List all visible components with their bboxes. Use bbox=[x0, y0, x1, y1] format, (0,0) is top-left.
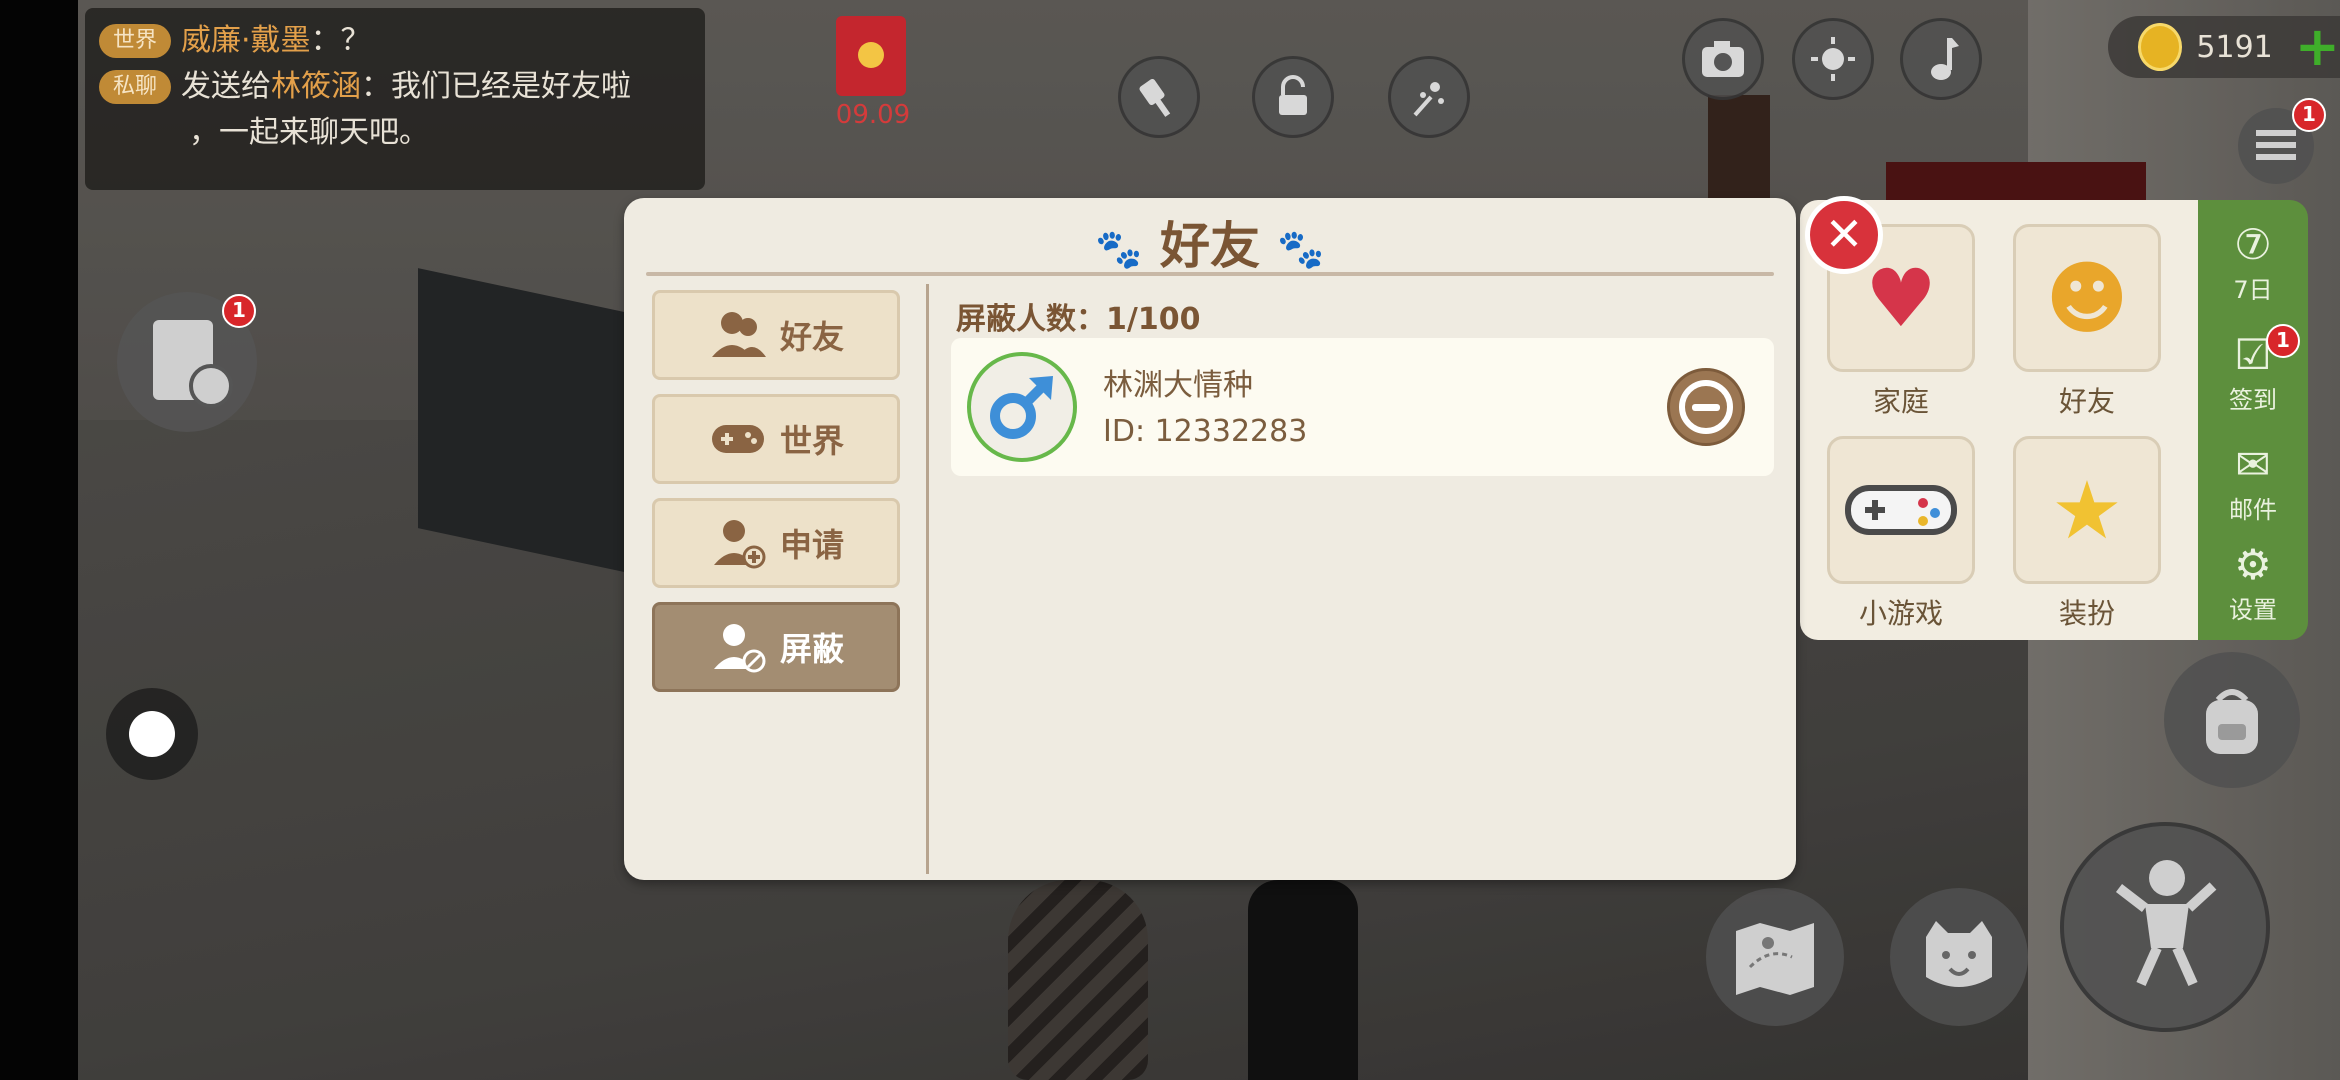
green-label: 签到 bbox=[2229, 386, 2277, 414]
notification-badge: 1 bbox=[2266, 324, 2300, 358]
map-button[interactable] bbox=[1706, 888, 1844, 1026]
tab-label: 好友 bbox=[779, 318, 844, 356]
backpack-button[interactable] bbox=[2164, 652, 2300, 788]
side-menu-friends[interactable]: ☻ 好友 bbox=[2012, 224, 2162, 420]
chat-message-world: 世界 威廉·戴墨 ：？ bbox=[99, 18, 691, 64]
add-coins-button[interactable]: + bbox=[2295, 20, 2340, 74]
chat-recipient-name[interactable]: 林筱涵 bbox=[271, 64, 361, 110]
side-menu-minigames[interactable]: 小游戏 bbox=[1826, 436, 1976, 632]
settings-button[interactable]: ⚙ 设置 bbox=[2198, 540, 2308, 625]
blocked-user-id: ID: 12332283 bbox=[1103, 414, 1308, 449]
tab-friends[interactable]: 好友 bbox=[652, 290, 900, 380]
chat-message-private: 私聊 发送给 林筱涵 ：我们已经是好友啦 bbox=[99, 64, 691, 110]
mail-button[interactable]: ✉ 邮件 bbox=[2198, 440, 2308, 525]
envelope-seal bbox=[858, 42, 884, 68]
tab-separator bbox=[926, 284, 929, 874]
hammer-icon[interactable] bbox=[1118, 56, 1200, 138]
coin-count: 5191 bbox=[2196, 29, 2273, 65]
channel-tag-world: 世界 bbox=[99, 24, 172, 58]
tab-world[interactable]: 世界 bbox=[652, 394, 900, 484]
gamepad-icon bbox=[711, 425, 764, 453]
map-icon bbox=[1736, 923, 1814, 995]
chat-box[interactable]: 世界 威廉·戴墨 ：？ 私聊 发送给 林筱涵 ：我们已经是好友啦 ，一起来聊天吧… bbox=[85, 8, 705, 190]
close-button[interactable]: ✕ bbox=[1805, 196, 1883, 274]
friends-icon: ☻ bbox=[2013, 224, 2161, 372]
seven-day-icon: ⑦ bbox=[2234, 220, 2272, 269]
avatar bbox=[967, 352, 1077, 462]
camera-icon[interactable] bbox=[1682, 18, 1764, 100]
chat-prefix: 发送给 bbox=[181, 69, 272, 104]
chat-text: ：？ bbox=[310, 23, 371, 58]
blocked-count: 屏蔽人数：1/100 bbox=[956, 302, 1201, 337]
unlock-icon[interactable] bbox=[1252, 56, 1334, 138]
tab-label: 申请 bbox=[779, 526, 844, 564]
list-icon bbox=[2256, 130, 2296, 136]
green-label: 邮件 bbox=[2229, 496, 2277, 524]
fireworks-icon[interactable] bbox=[1388, 56, 1470, 138]
blocked-user-name: 林渊大情种 bbox=[1103, 368, 1253, 403]
chat-message-continued: ，一起来聊天吧。 bbox=[99, 110, 691, 156]
side-menu-label: 家庭 bbox=[1872, 385, 1929, 418]
tab-label: 世界 bbox=[779, 422, 844, 460]
joystick-thumb[interactable] bbox=[129, 711, 175, 757]
notification-badge: 1 bbox=[2292, 98, 2326, 132]
dialog-title: 🐾 好友 🐾 bbox=[624, 206, 1796, 278]
green-label: 设置 bbox=[2229, 596, 2277, 624]
gamepad-icon bbox=[1827, 436, 1975, 584]
add-friend-icon bbox=[713, 520, 766, 569]
seven-day-button[interactable]: ⑦ 7日 bbox=[2198, 220, 2308, 305]
magic-wand-icon: ★ bbox=[2013, 436, 2161, 584]
backpack-icon bbox=[2206, 689, 2258, 754]
side-menu-label: 小游戏 bbox=[1858, 597, 1943, 630]
red-envelope-timer: 09.09 bbox=[835, 100, 911, 130]
green-label: 7日 bbox=[2233, 276, 2273, 304]
joystick[interactable] bbox=[106, 688, 198, 780]
tab-requests[interactable]: 申请 bbox=[652, 498, 900, 588]
music-icon[interactable] bbox=[1900, 18, 1982, 100]
paw-icon: 🐾 bbox=[1277, 227, 1325, 271]
dialog-title-text: 好友 bbox=[1160, 217, 1260, 275]
paw-icon: 🐾 bbox=[1095, 227, 1143, 271]
side-menu-dressup[interactable]: ★ 装扮 bbox=[2012, 436, 2162, 632]
clock-icon bbox=[189, 364, 233, 408]
jump-icon bbox=[2115, 860, 2217, 987]
chat-sender-name[interactable]: 威廉·戴墨 bbox=[181, 18, 311, 64]
minus-bar bbox=[1692, 404, 1720, 411]
dialog-tabs: 好友 世界 申请 屏蔽 bbox=[652, 290, 900, 706]
title-divider bbox=[646, 272, 1774, 276]
quick-actions-column: ⑦ 7日 ☑ 签到 ✉ 邮件 ⚙ 设置 bbox=[2198, 200, 2308, 640]
jump-button[interactable] bbox=[2060, 822, 2270, 1032]
gear-icon: ⚙ bbox=[2234, 540, 2272, 589]
side-menu-label: 好友 bbox=[2058, 385, 2115, 418]
notification-badge: 1 bbox=[222, 294, 256, 328]
block-user-icon bbox=[713, 624, 766, 673]
tab-label: 屏蔽 bbox=[779, 630, 844, 668]
red-envelope-icon[interactable] bbox=[836, 16, 906, 96]
coin-icon bbox=[2138, 23, 2183, 71]
male-icon bbox=[990, 376, 1053, 439]
emote-button[interactable] bbox=[1890, 888, 2028, 1026]
tab-blocked[interactable]: 屏蔽 bbox=[652, 602, 900, 692]
friends-dialog: 🐾 好友 🐾 好友 世界 申请 屏蔽 屏蔽人数：1/100 林渊大情种 ID: … bbox=[624, 198, 1796, 880]
friends-icon bbox=[711, 312, 766, 357]
chat-text: ：我们已经是好友啦 bbox=[361, 69, 632, 104]
blocked-user-row[interactable]: 林渊大情种 ID: 12332283 bbox=[951, 338, 1774, 476]
side-menu-label: 装扮 bbox=[2058, 597, 2115, 630]
mail-icon: ✉ bbox=[2235, 440, 2271, 489]
channel-tag-private: 私聊 bbox=[99, 70, 172, 104]
coin-balance: 5191 + bbox=[2108, 16, 2340, 78]
cat-face-icon bbox=[1926, 921, 1992, 987]
brightness-icon[interactable] bbox=[1792, 18, 1874, 100]
chat-text: ，一起来聊天吧。 bbox=[189, 115, 429, 150]
unblock-button[interactable] bbox=[1667, 368, 1745, 446]
